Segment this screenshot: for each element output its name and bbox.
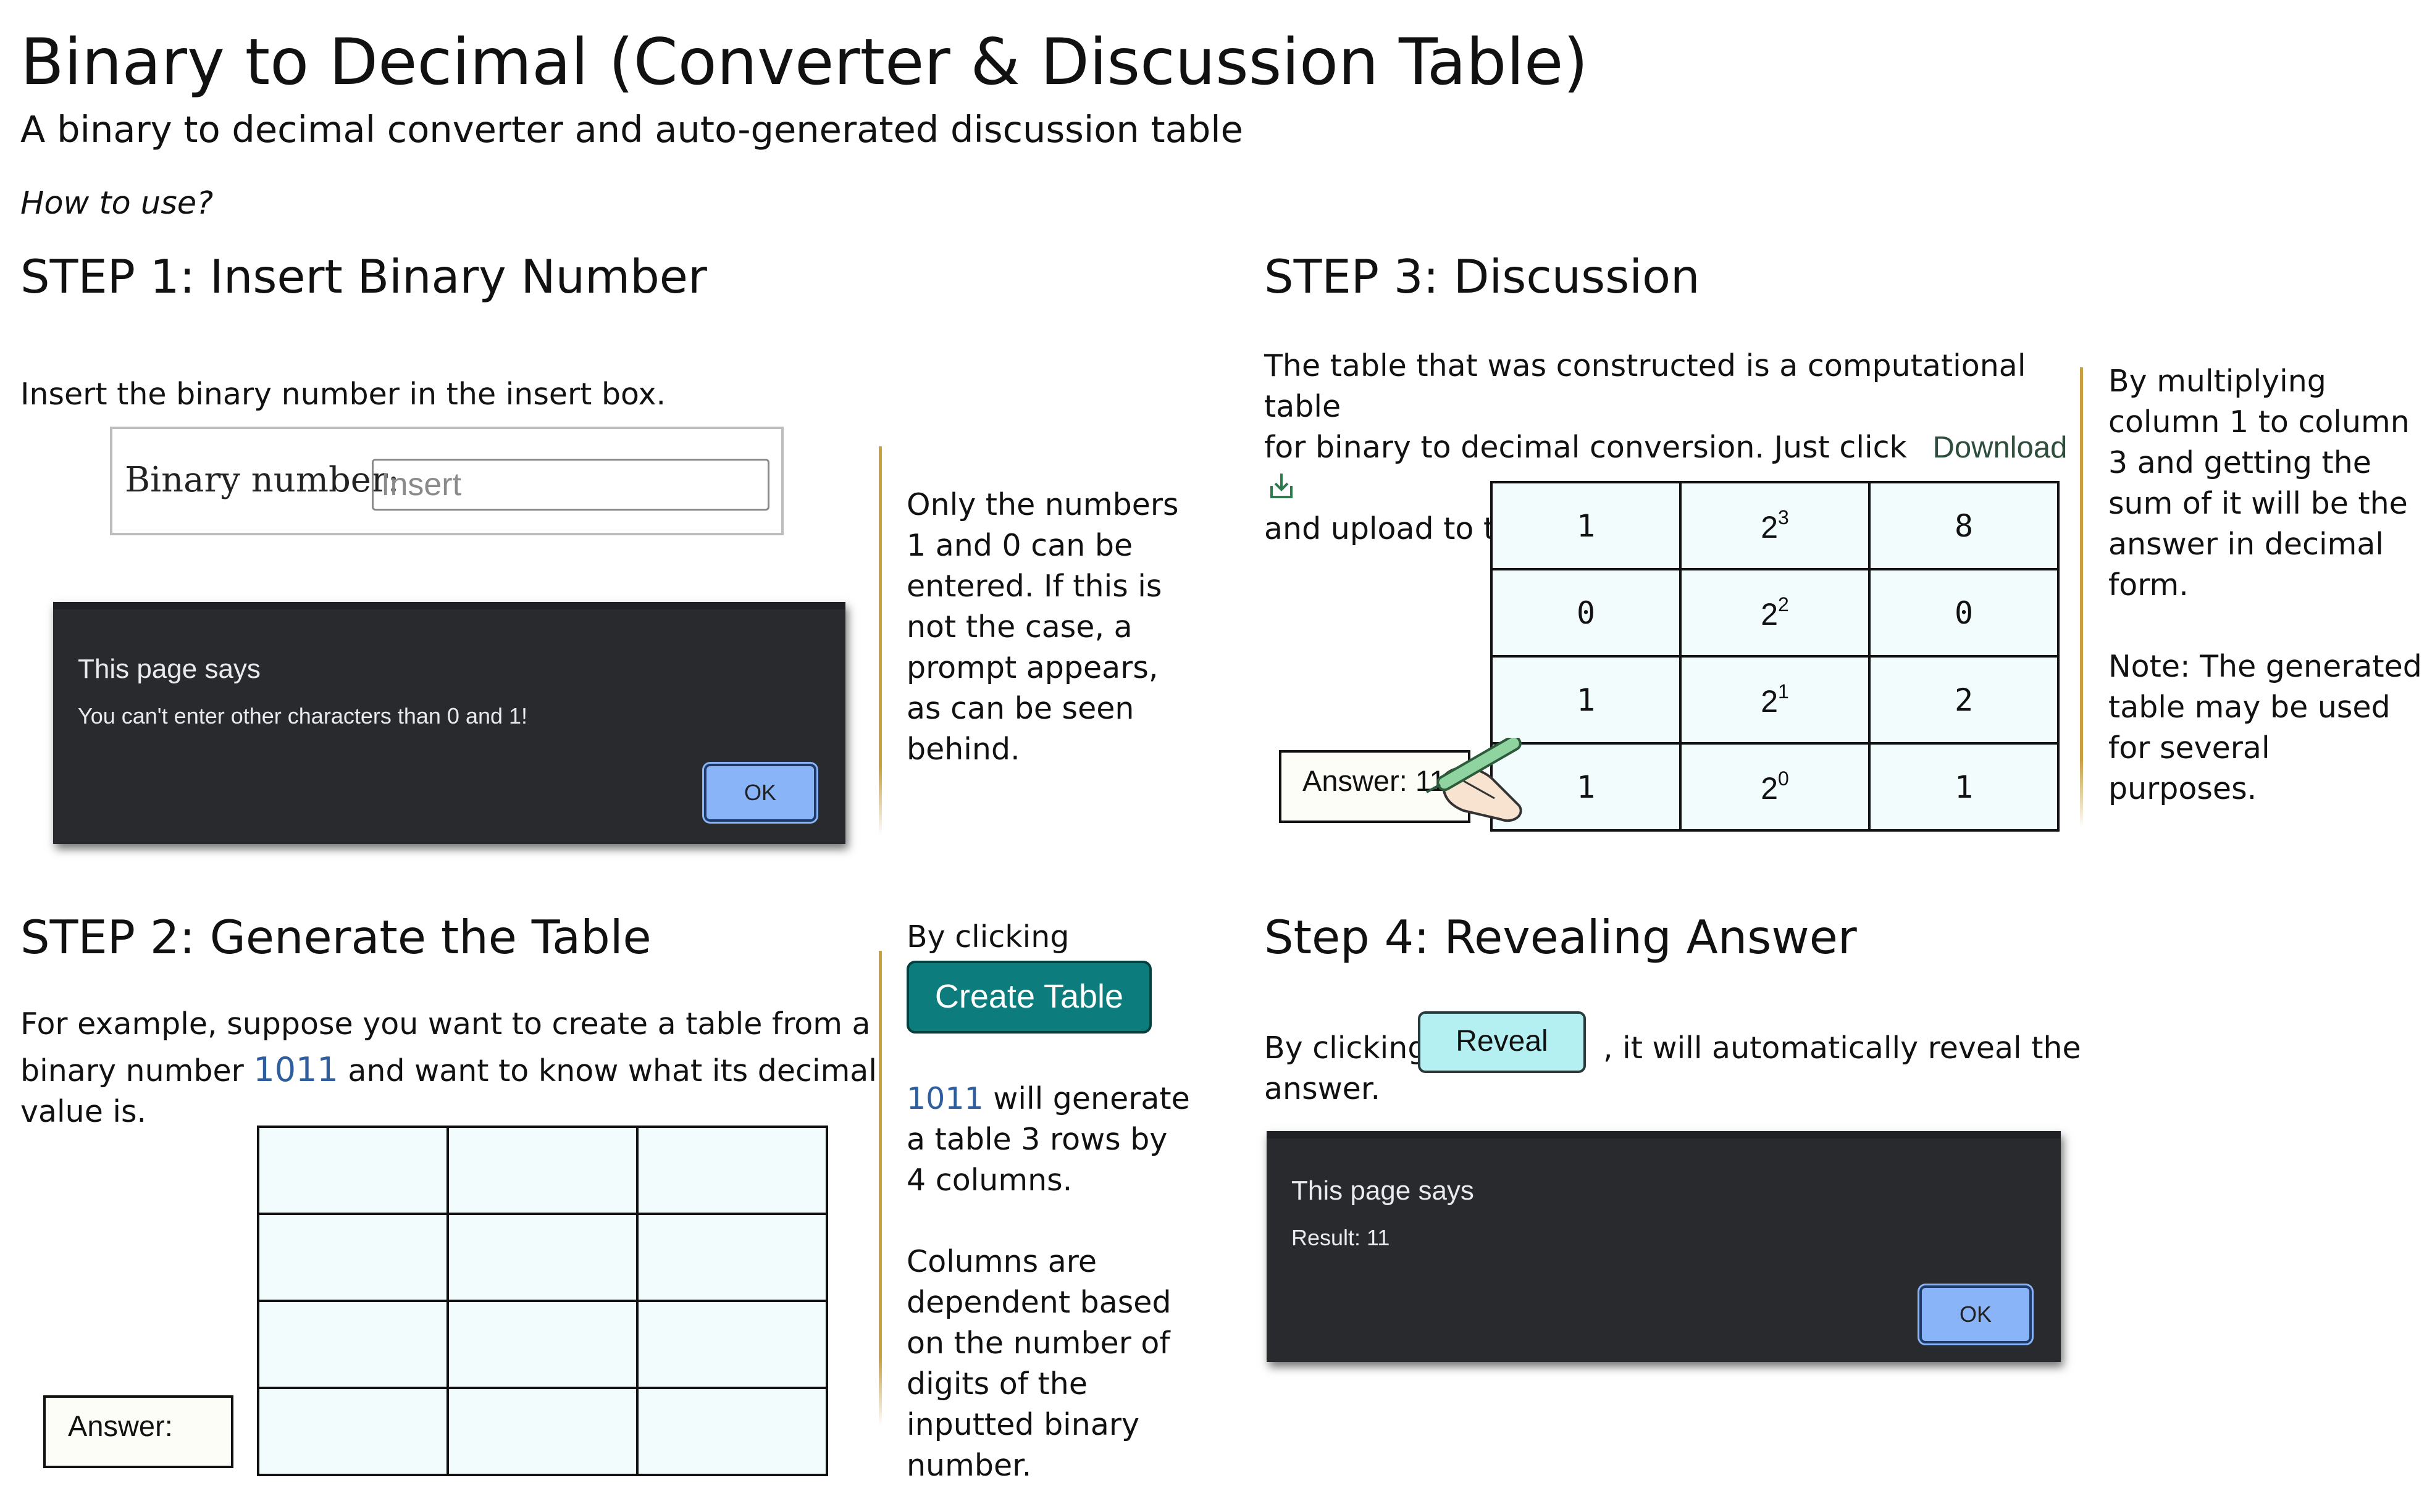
- alert-message: You can't enter other characters than 0 …: [78, 703, 528, 729]
- reveal-button[interactable]: Reveal: [1418, 1011, 1586, 1073]
- step3-heading: STEP 3: Discussion: [1264, 249, 1700, 304]
- step2-side-note: 1011 will generate a table 3 rows by 4 c…: [907, 1081, 1190, 1483]
- step2-by-clicking: By clicking: [907, 919, 1070, 954]
- power-cell: 20: [1679, 742, 1871, 832]
- step4-heading: Step 4: Revealing Answer: [1264, 910, 1857, 964]
- value-cell: 8: [1868, 481, 2060, 570]
- step2-answer-label: Answer:: [68, 1410, 173, 1442]
- step3-divider: [2080, 367, 2083, 827]
- result-alert-dialog: This page says Result: 11 OK: [1267, 1131, 2061, 1362]
- create-table-button[interactable]: Create Table: [907, 961, 1152, 1034]
- binary-input-label: Binary number:: [125, 460, 400, 500]
- step2-answer-box: Answer:: [43, 1395, 233, 1468]
- alert-title: This page says: [78, 654, 261, 684]
- power-cell: 21: [1679, 655, 1871, 745]
- page-title: Binary to Decimal (Converter & Discussio…: [20, 25, 1588, 99]
- step2-heading: STEP 2: Generate the Table: [20, 910, 652, 964]
- alert-ok-button[interactable]: OK: [704, 764, 816, 822]
- bit-cell: 0: [1490, 568, 1682, 658]
- value-cell: 0: [1868, 568, 2060, 658]
- step4-line2: answer.: [1264, 1071, 1381, 1106]
- page-subtitle: A binary to decimal converter and auto-g…: [20, 108, 1243, 151]
- result-alert-message: Result: 11: [1291, 1225, 1390, 1250]
- step4-post-text: , it will automatically reveal the: [1603, 1030, 2081, 1066]
- step4-by-clicking: By clicking: [1264, 1030, 1427, 1066]
- binary-input-panel: Binary number: Insert: [110, 427, 784, 535]
- value-cell: 1: [1868, 742, 2060, 832]
- example-binary-number: 1011: [253, 1050, 338, 1089]
- result-ok-button[interactable]: OK: [1919, 1285, 2032, 1343]
- discussion-table: 1 23 8 0 22 0 1 21 2 1 20 1: [1490, 481, 2060, 832]
- step1-instruction: Insert the binary number in the insert b…: [20, 377, 666, 412]
- bit-cell: 1: [1490, 655, 1682, 745]
- value-cell: 2: [1868, 655, 2060, 745]
- download-icon: [1270, 474, 1293, 498]
- power-cell: 23: [1679, 481, 1871, 570]
- step3-side-note: By multiplying column 1 to column 3 and …: [2108, 364, 2422, 806]
- hand-pen-icon: [1426, 738, 1522, 822]
- power-cell: 22: [1679, 568, 1871, 658]
- step1-heading: STEP 1: Insert Binary Number: [20, 249, 707, 304]
- bit-cell: 1: [1490, 481, 1682, 570]
- result-alert-title: This page says: [1291, 1176, 1474, 1206]
- step1-side-note: Only the numbers 1 and 0 can be entered.…: [907, 487, 1179, 767]
- step2-example-text: For example, suppose you want to create …: [20, 1006, 877, 1129]
- binary-input-field[interactable]: Insert: [372, 459, 769, 511]
- error-alert-dialog: This page says You can't enter other cha…: [53, 602, 845, 844]
- step1-divider: [879, 446, 882, 835]
- step2-divider: [879, 951, 882, 1426]
- how-to-label: How to use?: [20, 185, 214, 222]
- empty-generated-table: [257, 1126, 828, 1476]
